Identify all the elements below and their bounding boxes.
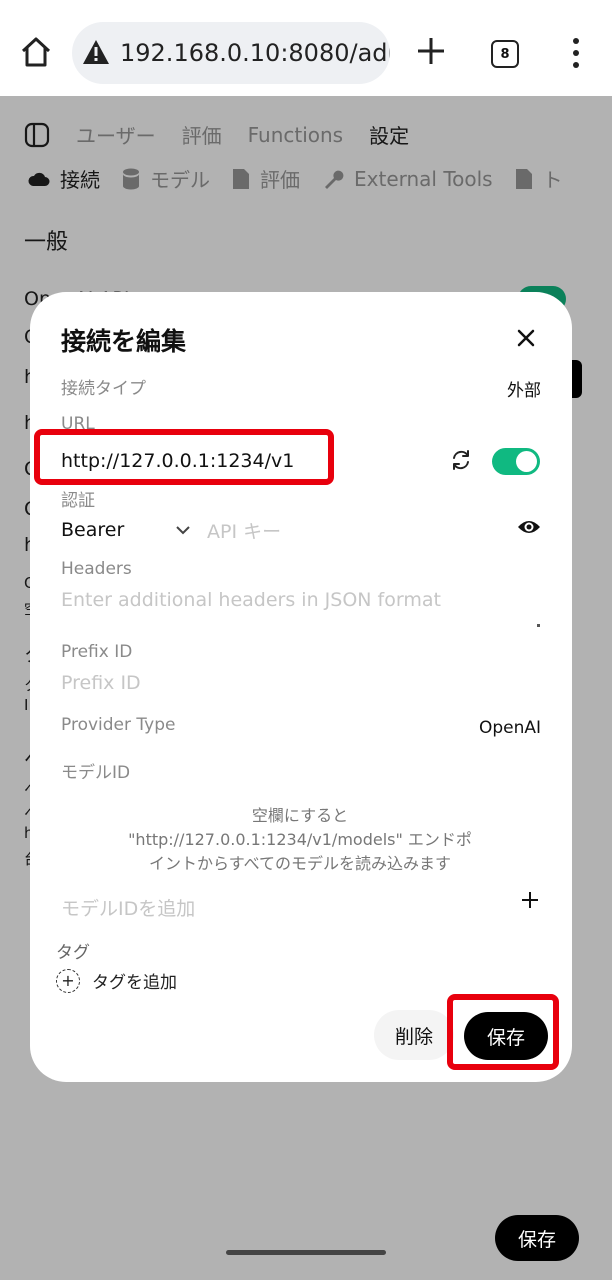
add-tag-button[interactable]: + タグを追加 bbox=[56, 968, 177, 993]
new-tab-icon[interactable] bbox=[412, 32, 450, 70]
close-icon[interactable] bbox=[514, 326, 538, 350]
warning-icon bbox=[83, 40, 109, 64]
browser-toolbar: 192.168.0.10:8080/admin 8 bbox=[0, 0, 612, 96]
url-highlight-box bbox=[34, 429, 334, 485]
headers-label: Headers bbox=[61, 559, 132, 579]
model-id-label: モデルID bbox=[61, 763, 131, 783]
home-icon[interactable] bbox=[18, 34, 54, 70]
chevron-down-icon bbox=[176, 526, 190, 535]
connection-type-toggle[interactable]: 外部 bbox=[507, 376, 541, 401]
plus-icon[interactable] bbox=[520, 890, 540, 910]
connection-type-label: 接続タイプ bbox=[61, 379, 146, 399]
auth-type-value: Bearer bbox=[61, 519, 125, 541]
plus-circle-icon: + bbox=[56, 968, 80, 993]
auth-type-select[interactable]: Bearer bbox=[61, 516, 191, 544]
address-bar[interactable]: 192.168.0.10:8080/admin bbox=[72, 22, 390, 84]
save-highlight-box bbox=[447, 994, 559, 1070]
eye-icon[interactable] bbox=[517, 518, 541, 536]
home-indicator bbox=[226, 1250, 386, 1255]
textarea-resize-handle[interactable] bbox=[537, 624, 540, 627]
delete-button[interactable]: 削除 bbox=[374, 1010, 454, 1060]
add-model-id-input[interactable]: モデルIDを追加 bbox=[61, 894, 195, 921]
edit-connection-modal: 接続を編集 接続タイプ 外部 URL 認証 Bearer API キー Head… bbox=[30, 292, 572, 1082]
refresh-icon[interactable] bbox=[450, 449, 472, 471]
toggle-knob bbox=[516, 451, 537, 472]
api-key-input[interactable]: API キー bbox=[207, 517, 281, 544]
add-tag-label: タグを追加 bbox=[92, 973, 177, 993]
tab-count-button[interactable]: 8 bbox=[491, 40, 519, 68]
page-save-button[interactable]: 保存 bbox=[495, 1215, 579, 1261]
prefix-id-label: Prefix ID bbox=[61, 642, 133, 662]
url-text: 192.168.0.10:8080/admin bbox=[120, 39, 390, 67]
tags-label: タグ bbox=[56, 943, 90, 963]
connection-enabled-toggle[interactable] bbox=[492, 448, 540, 475]
prefix-id-input[interactable]: Prefix ID bbox=[61, 672, 141, 694]
headers-input[interactable]: Enter additional headers in JSON format bbox=[61, 589, 441, 611]
model-hint-text: 空欄にすると "http://127.0.0.1:1234/v1/models"… bbox=[128, 806, 472, 873]
more-menu-icon[interactable] bbox=[566, 36, 586, 70]
provider-type-label: Provider Type bbox=[61, 715, 176, 735]
auth-label: 認証 bbox=[61, 491, 95, 511]
provider-type-select[interactable]: OpenAI bbox=[479, 718, 541, 738]
modal-title: 接続を編集 bbox=[61, 327, 187, 356]
